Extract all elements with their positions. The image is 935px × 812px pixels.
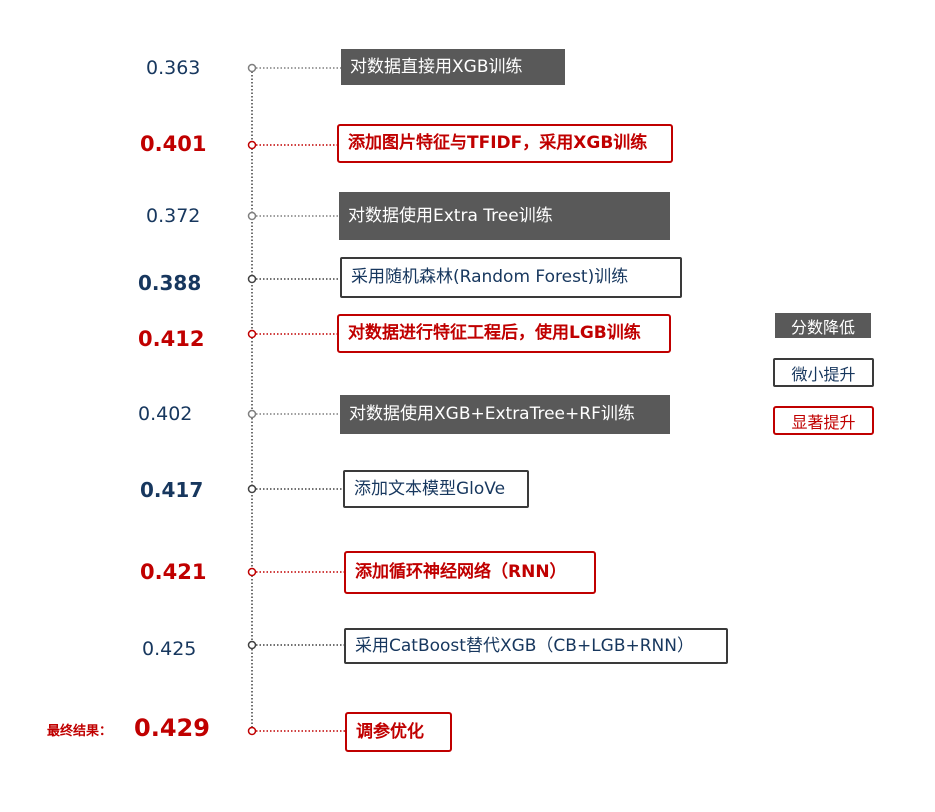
step-10-box: 调参优化 — [345, 712, 452, 752]
step-9-node — [247, 640, 257, 650]
step-5-score: 0.412 — [138, 327, 205, 351]
step-7-node — [247, 484, 257, 494]
step-9-box: 采用CatBoost替代XGB（CB+LGB+RNN） — [344, 628, 728, 664]
legend-decrease: 分数降低 — [775, 313, 871, 338]
legend-small-improvement: 微小提升 — [773, 358, 874, 387]
step-3-score: 0.372 — [146, 205, 201, 227]
step-4-node — [247, 274, 257, 284]
step-9-score: 0.425 — [142, 638, 197, 660]
step-1-score: 0.363 — [146, 57, 201, 79]
step-3-node — [247, 211, 257, 221]
step-2-box: 添加图片特征与TFIDF，采用XGB训练 — [337, 124, 673, 163]
step-8-node — [247, 567, 257, 577]
step-5-node — [247, 329, 257, 339]
legend-big-improvement: 显著提升 — [773, 406, 874, 435]
step-6-score: 0.402 — [138, 403, 193, 425]
timeline-diagram: 最终结果： 0.363 0.401 0.372 0.388 0.412 0.40… — [0, 0, 935, 812]
step-6-node — [247, 409, 257, 419]
final-result-label: 最终结果： — [47, 724, 113, 739]
step-6-box: 对数据使用XGB+ExtraTree+RF训练 — [340, 395, 670, 434]
step-8-box: 添加循环神经网络（RNN） — [344, 551, 596, 594]
step-2-score: 0.401 — [140, 132, 207, 156]
step-10-node — [247, 726, 257, 736]
step-1-node — [247, 63, 257, 73]
step-8-score: 0.421 — [140, 560, 207, 584]
step-7-score: 0.417 — [140, 478, 204, 502]
step-7-box: 添加文本模型GloVe — [343, 470, 529, 508]
step-4-score: 0.388 — [138, 271, 202, 295]
step-1-box: 对数据直接用XGB训练 — [341, 49, 565, 85]
step-2-node — [247, 140, 257, 150]
step-3-box: 对数据使用Extra Tree训练 — [339, 192, 670, 240]
step-4-box: 采用随机森林(Random Forest)训练 — [340, 257, 682, 298]
step-10-score: 0.429 — [134, 714, 210, 742]
step-5-box: 对数据进行特征工程后，使用LGB训练 — [337, 314, 671, 353]
